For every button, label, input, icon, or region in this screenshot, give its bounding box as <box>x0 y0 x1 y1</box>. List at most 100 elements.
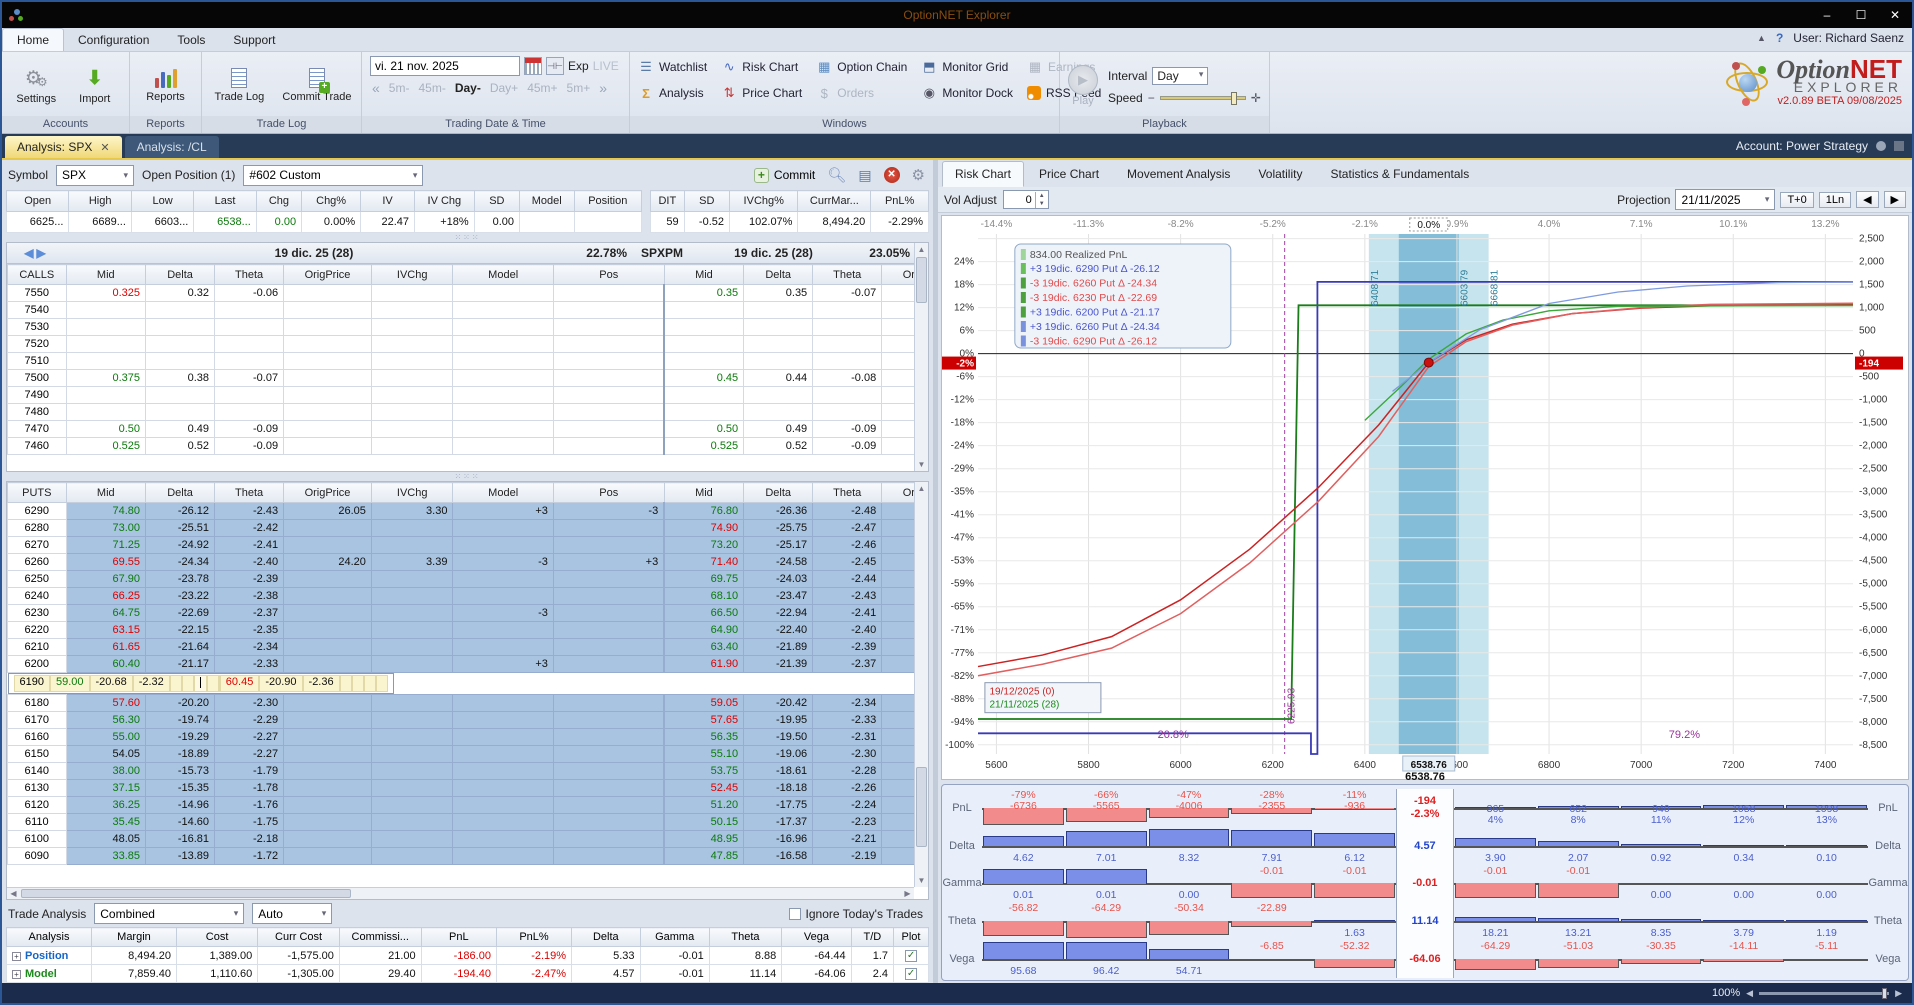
chain-cell[interactable] <box>452 352 554 370</box>
chain-cell[interactable]: 74.80 <box>65 502 147 520</box>
greeks-cell[interactable]: -30.35 <box>1619 940 1703 978</box>
greeks-cell[interactable]: -22.89 <box>1230 902 1314 940</box>
option-row-7510[interactable]: 7510 <box>7 352 914 370</box>
greeks-cell[interactable]: 0.00 <box>1619 865 1703 903</box>
chain-cell[interactable]: 68.10 <box>663 587 745 605</box>
strike-cell[interactable]: 6210 <box>7 638 67 656</box>
chain-cell[interactable]: 0.50 <box>663 420 745 438</box>
chain-cell[interactable] <box>881 335 914 353</box>
chain-cell[interactable]: 0.52 <box>743 437 814 455</box>
chain-cell[interactable] <box>370 301 454 319</box>
chain-cell[interactable]: 50.15 <box>663 813 745 831</box>
chain-cell[interactable]: -1.75 <box>214 813 285 831</box>
chain-cell[interactable]: 67.90 <box>65 570 147 588</box>
chain-cell[interactable] <box>283 694 372 712</box>
export-grid-icon[interactable]: ▤ <box>858 167 871 184</box>
chain-cell[interactable] <box>881 519 914 537</box>
column-header-origprice[interactable]: OrigPrice <box>283 264 372 285</box>
symbol-select[interactable]: SPX ▾ <box>56 164 135 186</box>
chain-cell[interactable] <box>370 587 454 605</box>
plot-cell[interactable]: ✓ <box>893 946 929 965</box>
chain-prev-icon[interactable]: ◀ <box>24 246 33 260</box>
greeks-cell[interactable]: 0.10 <box>1785 827 1868 865</box>
option-row-7500[interactable]: 7500 0.375 0.38 -0.07 0.45 0.44 -0.08 <box>7 369 914 387</box>
chain-cell[interactable]: -3 <box>452 604 554 622</box>
chain-cell[interactable]: -24.34 <box>145 553 216 571</box>
chain-cell[interactable]: 56.30 <box>65 711 147 729</box>
column-header-dit[interactable]: DIT <box>650 190 685 212</box>
projection-next-icon[interactable]: ▶ <box>1883 191 1906 208</box>
greeks-highlight-cell[interactable]: -64.06 <box>1395 940 1454 978</box>
chain-cell[interactable]: +3 <box>552 553 665 571</box>
chain-cell[interactable] <box>283 587 372 605</box>
chain-cell[interactable] <box>370 570 454 588</box>
greeks-highlight-cell[interactable]: 6538.76 -194 -2.3% <box>1395 771 1454 827</box>
calendar-icon[interactable] <box>524 57 542 75</box>
chain-cell[interactable]: 69.55 <box>65 553 147 571</box>
analysis-row-position[interactable]: + Position 8,494.20 1,389.00 -1,575.00 21.00-… <box>6 946 929 965</box>
chain-cell[interactable] <box>214 386 285 404</box>
analysis-mode-select[interactable]: Combined ▾ <box>94 903 245 924</box>
close-tab-icon[interactable]: ✕ <box>100 142 109 154</box>
chain-cell[interactable] <box>283 711 372 729</box>
chain-cell[interactable]: 3.30 <box>370 502 454 520</box>
projection-date-select[interactable]: 21/11/2025 ▾ <box>1675 189 1776 210</box>
chain-cell[interactable] <box>743 403 814 421</box>
strike-cell[interactable]: 6110 <box>7 813 67 831</box>
chain-cell[interactable] <box>743 352 814 370</box>
tab-risk-chart[interactable]: Risk Chart <box>942 161 1025 187</box>
chain-next-icon[interactable]: ▶ <box>37 246 46 260</box>
chain-cell[interactable] <box>881 655 914 673</box>
chain-cell[interactable]: 0.375 <box>65 369 147 387</box>
menu-configuration[interactable]: Configuration <box>64 29 163 51</box>
plot-checkbox[interactable]: ✓ <box>905 949 918 962</box>
column-header-delta[interactable]: Delta <box>145 264 216 285</box>
chain-cell[interactable] <box>283 830 372 848</box>
close-button[interactable]: ✕ <box>1878 8 1912 22</box>
chain-cell[interactable]: -23.22 <box>145 587 216 605</box>
puts-hscrollbar[interactable]: ◀ ▶ <box>7 887 914 899</box>
chain-cell[interactable]: +3 <box>452 655 554 673</box>
collapse-ribbon-icon[interactable]: ▲ <box>1757 33 1766 43</box>
step-45m-fwd[interactable]: 45m+ <box>527 81 557 95</box>
step-back-fast-icon[interactable]: « <box>372 80 380 96</box>
chain-cell[interactable] <box>552 352 665 370</box>
greeks-cell[interactable]: 0.01 <box>982 865 1065 903</box>
chain-cell[interactable]: -2.38 <box>214 587 285 605</box>
chain-cell[interactable] <box>452 335 554 353</box>
greeks-cell[interactable]: 3.90 <box>1453 827 1537 865</box>
column-header-theta[interactable]: Theta <box>708 927 783 947</box>
chain-cell[interactable]: -0.09 <box>214 420 285 438</box>
chain-cell[interactable]: 66.25 <box>65 587 147 605</box>
chain-cell[interactable]: -20.68 <box>89 675 133 692</box>
chain-cell[interactable]: 61.65 <box>65 638 147 656</box>
time-range-icon[interactable]: ⊣⊢ <box>546 57 564 75</box>
chain-cell[interactable] <box>552 621 665 639</box>
chain-cell[interactable]: 71.40 <box>663 553 745 571</box>
chain-cell[interactable]: 24.20 <box>283 553 372 571</box>
chain-cell[interactable] <box>283 779 372 797</box>
chain-cell[interactable]: -22.15 <box>145 621 216 639</box>
trading-date-input[interactable]: vi. 21 nov. 2025 <box>370 56 520 76</box>
chain-cell[interactable]: 0.35 <box>743 284 814 302</box>
chain-cell[interactable]: -21.17 <box>145 655 216 673</box>
chain-cell[interactable]: -2.30 <box>214 694 285 712</box>
chain-cell[interactable] <box>452 570 554 588</box>
chain-cell[interactable]: -19.29 <box>145 728 216 746</box>
greeks-cell[interactable]: 18.21 <box>1453 902 1537 940</box>
column-header-pnl[interactable]: PnL <box>420 927 497 947</box>
chain-cell[interactable] <box>552 301 665 319</box>
splitter-handle[interactable]: ⁙⁙⁙ <box>2 472 933 481</box>
chain-cell[interactable]: -0.07 <box>214 369 285 387</box>
chain-cell[interactable] <box>881 796 914 814</box>
chain-cell[interactable] <box>452 386 554 404</box>
tab-price-chart[interactable]: Price Chart <box>1026 161 1112 187</box>
chain-cell[interactable]: 61.90 <box>663 655 745 673</box>
chain-cell[interactable] <box>65 335 147 353</box>
column-header-delta[interactable]: Delta <box>743 264 814 285</box>
chain-cell[interactable]: 38.00 <box>65 762 147 780</box>
greeks-cell[interactable]: -64.29 <box>1453 940 1537 978</box>
chain-cell[interactable]: -21.64 <box>145 638 216 656</box>
chain-cell[interactable]: -3 <box>452 553 554 571</box>
chain-cell[interactable]: -0.06 <box>214 284 285 302</box>
